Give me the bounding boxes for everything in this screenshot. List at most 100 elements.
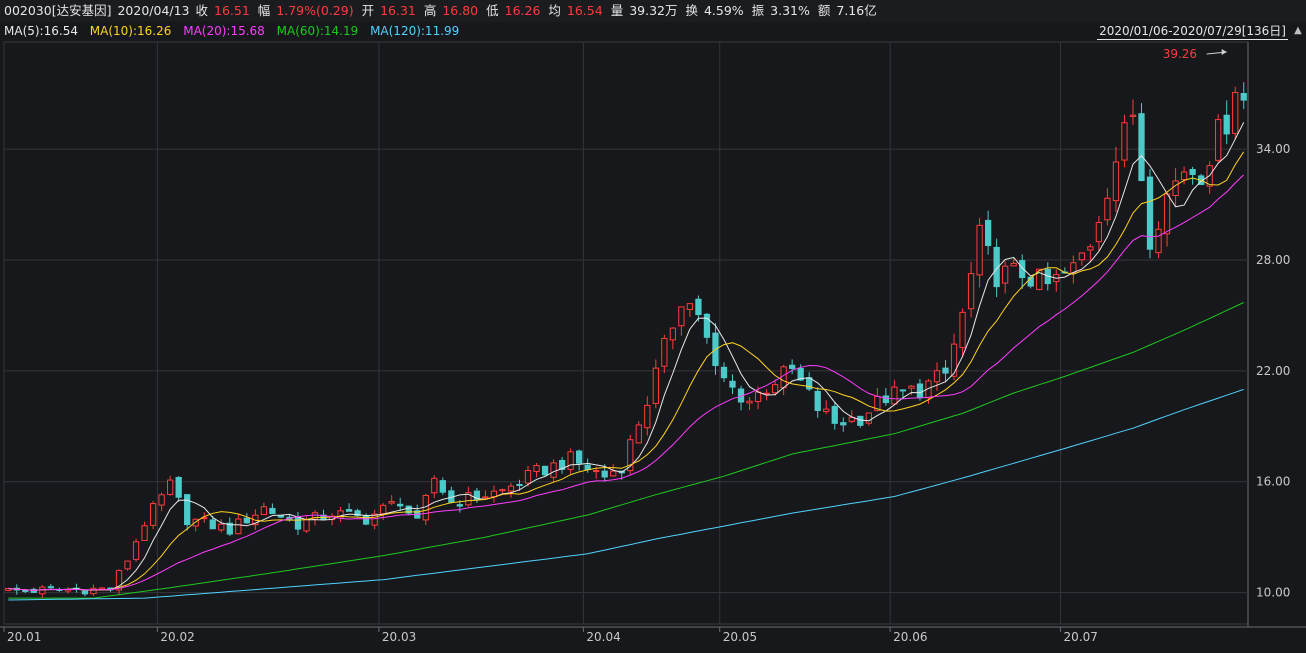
candle: [439, 477, 446, 495]
y-tick-label: 34.00: [1256, 142, 1290, 156]
y-tick-label: 28.00: [1256, 253, 1290, 267]
candle-body: [1163, 193, 1171, 235]
candle: [891, 379, 898, 406]
max-price-label: 39.26: [1163, 47, 1197, 61]
candle-body: [294, 516, 302, 530]
ma10-legend[interactable]: MA(10):16.26: [90, 24, 172, 38]
candle-body: [695, 298, 702, 316]
stock-code: 002030[达安基因]: [4, 3, 112, 18]
candle: [507, 482, 515, 498]
candle: [703, 312, 711, 344]
candle-body: [916, 383, 924, 399]
candle: [226, 517, 233, 537]
candle-body: [1095, 221, 1103, 243]
candle-body: [1223, 114, 1230, 135]
high-label: 高: [423, 3, 437, 18]
candle-body: [81, 590, 89, 595]
candle-body: [303, 519, 310, 532]
candle: [405, 505, 412, 516]
candle: [1240, 82, 1247, 109]
candle: [669, 327, 677, 350]
candle: [115, 569, 123, 595]
candle: [627, 434, 634, 475]
candle: [993, 238, 1000, 298]
candle-body: [141, 525, 148, 541]
candle: [635, 421, 642, 444]
candle-body: [678, 306, 685, 327]
candle-body: [1112, 161, 1120, 202]
candle: [141, 521, 148, 541]
candle: [959, 308, 966, 358]
amount-value: 7.16亿: [836, 3, 877, 18]
turnover-value: 4.59%: [703, 3, 744, 18]
amplitude-value: 3.31%: [770, 3, 810, 18]
candle-body: [47, 586, 55, 589]
candle: [1163, 191, 1171, 247]
x-tick-label: 20.03: [382, 630, 416, 644]
candle: [814, 387, 821, 418]
candle: [678, 306, 685, 336]
candle: [448, 486, 455, 504]
candle-body: [22, 590, 29, 593]
ma5-legend[interactable]: MA(5):16.54: [4, 24, 78, 38]
candle: [294, 512, 302, 535]
x-tick-label: 20.06: [893, 630, 927, 644]
candle-body: [39, 586, 46, 595]
close-value: 16.51: [214, 3, 250, 18]
candle-body: [635, 424, 642, 444]
candle: [686, 303, 694, 318]
candle-body: [593, 470, 600, 473]
close-label: 收: [195, 3, 209, 18]
candle-body: [235, 518, 242, 535]
candle-body: [865, 412, 872, 424]
candle: [269, 503, 276, 515]
candle: [1146, 169, 1154, 259]
max-price-arrowhead: [1221, 48, 1227, 55]
candle-body: [601, 470, 608, 478]
ma120-legend[interactable]: MA(120):11.99: [370, 24, 459, 38]
candle-body: [524, 470, 532, 484]
candle-body: [507, 485, 515, 492]
candle-body: [158, 494, 165, 506]
candle: [167, 475, 174, 496]
candle-body: [950, 343, 958, 377]
ma60-legend[interactable]: MA(60):14.19: [277, 24, 359, 38]
candle-body: [1180, 171, 1188, 181]
candle-body: [882, 395, 890, 404]
candle: [652, 359, 659, 409]
candle: [465, 486, 472, 507]
candle: [661, 334, 668, 374]
candle-body: [209, 519, 216, 530]
candle-body: [167, 479, 174, 495]
candle: [1206, 161, 1213, 194]
date-range-label[interactable]: 2020/01/06-2020/07/29[136日]: [1097, 23, 1288, 40]
candle-body: [277, 515, 285, 518]
candle: [124, 560, 131, 571]
candle: [831, 401, 838, 430]
candle-body: [984, 219, 992, 247]
candle-body: [644, 404, 651, 429]
candle-body: [575, 450, 583, 464]
candle-body: [933, 370, 941, 383]
axes-layer: 34.00 28.00 22.00 16.00 10.00 20.01 20.02 20.03…: [3, 142, 1290, 644]
candle: [541, 465, 549, 476]
quote-info-bar: 002030[达安基因] 2020/04/13 收 16.51 幅 1.79%(…: [0, 0, 1306, 22]
candle-body: [959, 311, 966, 349]
ma20-legend[interactable]: MA(20):15.68: [183, 24, 265, 38]
candle-body: [746, 400, 753, 404]
candle: [967, 261, 975, 318]
candle: [976, 217, 983, 288]
candle: [1112, 146, 1120, 212]
candle: [1104, 188, 1111, 226]
candle-body: [789, 364, 796, 369]
candle: [158, 492, 165, 511]
candle-body: [184, 494, 191, 526]
candle: [644, 396, 651, 436]
candle-body: [1087, 246, 1094, 251]
annotation-layer: 39.26: [1163, 47, 1227, 61]
ma-line-ma20: [8, 174, 1245, 591]
candle: [81, 590, 89, 597]
candle: [345, 503, 353, 512]
scroll-arrows-icon[interactable]: ▲: [1292, 24, 1304, 38]
candle-body: [1232, 92, 1239, 134]
